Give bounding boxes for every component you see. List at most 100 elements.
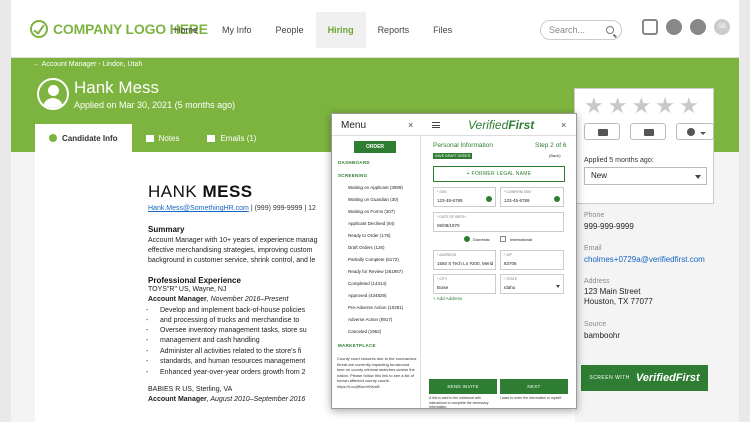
resume-email-link[interactable]: Hank.Mess@SomethingHR.com <box>148 205 249 212</box>
comment-button[interactable] <box>584 123 620 140</box>
notes-icon <box>145 134 154 142</box>
dob-field[interactable]: * DATE OF BIRTH 06/08/1970 <box>433 212 564 232</box>
form-step: Step 2 of 6 <box>535 142 567 149</box>
close-menu-icon[interactable]: × <box>408 120 413 130</box>
breadcrumb[interactable]: ← Account Manager - Lindon, Utah <box>33 58 142 72</box>
nav-hiring[interactable]: Hiring <box>315 12 366 48</box>
international-label: International <box>510 237 533 242</box>
menu-marketplace[interactable]: MARKETPLACE <box>338 343 376 348</box>
back-link[interactable]: (Back) <box>549 153 561 158</box>
menu-item[interactable]: Canceled (1952) <box>348 329 381 334</box>
info-icon <box>49 134 57 142</box>
resume-job-title: Account Manager, August 2010–September 2… <box>148 396 306 403</box>
menu-item[interactable]: Waiting on Forms (307) <box>348 209 395 214</box>
gear-icon[interactable] <box>690 19 706 35</box>
confirm-ssn-field[interactable]: * CONFIRM SSN 123-45-6789 <box>500 187 564 207</box>
resume-bullet-cont: and processing of trucks and merchandise… <box>146 316 299 327</box>
star-rating[interactable]: ★ ★ ★ ★ ★ <box>584 95 699 117</box>
add-address-link[interactable]: + Add Address <box>433 296 462 301</box>
screen-with-verifiedfirst-button[interactable]: SCREEN WITH VerifiedFirst <box>581 365 708 391</box>
search-input[interactable]: Search... <box>540 20 622 40</box>
menu-title: Menu <box>341 120 367 131</box>
verifiedfirst-logo: VerifiedFirst <box>468 118 535 132</box>
send-invite-button[interactable]: SEND INVITE <box>429 379 497 394</box>
ssn-field[interactable]: * SSN 123-45-6789 <box>433 187 496 207</box>
star-icon[interactable]: ★ <box>608 95 628 117</box>
email-icon <box>207 134 216 142</box>
menu-item[interactable]: Ready to Order (176) <box>348 233 391 238</box>
star-icon[interactable]: ★ <box>679 95 699 117</box>
next-button[interactable]: NEXT <box>500 379 568 394</box>
card-actions <box>584 123 714 140</box>
candidate-avatar <box>37 78 69 110</box>
email-link[interactable]: cholmes+0729a@verifiedfirst.com <box>584 255 705 265</box>
resume-bullet: Develop and implement back-of-house poli… <box>146 306 305 317</box>
panel-header: Menu × VerifiedFirst × <box>332 114 576 136</box>
chevron-down-icon <box>700 132 706 135</box>
nav-reports[interactable]: Reports <box>366 12 422 48</box>
star-icon[interactable]: ★ <box>655 95 675 117</box>
send-invite-note: A link is sent to the individual with in… <box>429 396 489 409</box>
resume-contact: Hank.Mess@SomethingHR.com | (999) 999-99… <box>148 205 316 212</box>
menu-item[interactable]: Draft Orders (126) <box>348 245 385 250</box>
source-label: Source <box>584 321 607 328</box>
save-draft-button[interactable]: SAVE DRAFT ORDER <box>433 153 473 159</box>
help-icon[interactable] <box>666 19 682 35</box>
inbox-icon[interactable] <box>642 19 658 35</box>
source-value: bamboohr <box>584 331 621 340</box>
tab-candidate-info[interactable]: Candidate Info <box>35 124 132 152</box>
hamburger-icon[interactable] <box>432 122 440 128</box>
user-avatar[interactable]: SB <box>714 19 730 35</box>
menu-item[interactable]: Applicant Declined (94) <box>348 221 395 226</box>
resume-company: BABIES R US, Sterling, VA <box>148 386 233 393</box>
domestic-radio[interactable] <box>464 236 470 242</box>
star-icon[interactable]: ★ <box>631 95 651 117</box>
menu-dashboard[interactable]: DASHBOARD <box>338 160 370 165</box>
state-select[interactable]: * STATE Idaho <box>500 274 564 294</box>
resume-bullet: Enhanced year-over-year orders growth fr… <box>146 368 305 379</box>
menu-item[interactable]: Completed (14314) <box>348 281 387 286</box>
menu-item[interactable]: Waiting on Applicant (3999) <box>348 185 403 190</box>
search-placeholder: Search... <box>549 25 586 35</box>
address-line-1: 123 Main Street <box>584 287 641 296</box>
star-icon[interactable]: ★ <box>584 95 604 117</box>
chevron-down-icon <box>695 175 701 179</box>
former-legal-name-button[interactable]: + FORMER LEGAL NAME <box>433 166 565 182</box>
menu-item[interactable]: Pre-Adverse Action (10281) <box>348 305 403 310</box>
status-select[interactable]: New <box>584 167 707 185</box>
international-checkbox[interactable] <box>500 236 506 242</box>
resume-experience-heading: Professional Experience <box>148 276 241 285</box>
resume-bullet: Oversee inventory management tasks, stor… <box>146 326 307 337</box>
nav-people[interactable]: People <box>264 12 316 48</box>
menu-item[interactable]: Adverse Action (8917) <box>348 317 392 322</box>
search-icon <box>606 26 614 34</box>
zip-field[interactable]: * ZIP 83706 <box>500 250 564 270</box>
resume-company: TOYS"R" US, Wayne, NJ <box>148 286 227 293</box>
menu-item[interactable]: Partially Complete (5172) <box>348 257 399 262</box>
menu-item[interactable]: Ready for Review (261957) <box>348 269 403 274</box>
chevron-down-icon <box>556 285 560 288</box>
tab-emails[interactable]: Emails (1) <box>193 124 270 152</box>
tab-notes[interactable]: Notes <box>132 124 194 152</box>
check-icon <box>486 196 492 202</box>
city-field[interactable]: * CITY Boise <box>433 274 496 294</box>
candidate-name: Hank Mess <box>74 78 160 97</box>
resume-summary-heading: Summary <box>148 225 185 234</box>
nav-my-info[interactable]: My Info <box>210 12 264 48</box>
menu-item[interactable]: Approved (434829) <box>348 293 387 298</box>
email-button[interactable] <box>630 123 666 140</box>
domestic-label: Domestic <box>473 237 490 242</box>
settings-dropdown-button[interactable] <box>676 123 714 140</box>
comment-icon <box>598 129 608 136</box>
covid-notice: County court closures due to the coronav… <box>337 356 417 389</box>
menu-screening[interactable]: SCREENING <box>338 173 367 178</box>
nav-files[interactable]: Files <box>421 12 464 48</box>
close-panel-icon[interactable]: × <box>561 120 566 130</box>
order-button[interactable]: ORDER <box>354 141 396 153</box>
gear-icon <box>687 128 695 136</box>
nav-home[interactable]: Home <box>162 12 210 48</box>
menu-item[interactable]: Waiting on Guardian (30) <box>348 197 398 202</box>
candidate-tabs: Candidate Info Notes Emails (1) <box>35 124 270 152</box>
address-line-2: Houston, TX 77077 <box>584 297 653 306</box>
address-field[interactable]: * ADDRESS 1550 S Tech Ln #200, Merid <box>433 250 496 270</box>
